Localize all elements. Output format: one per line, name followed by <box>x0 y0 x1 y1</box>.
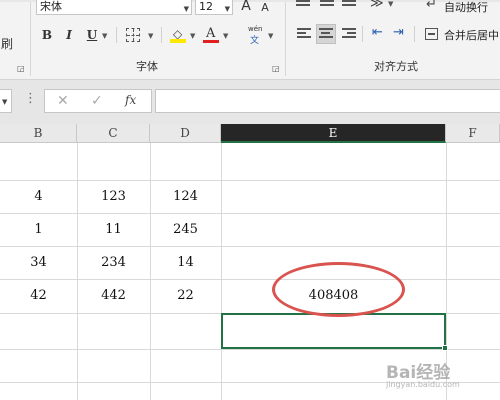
cell-d-6[interactable] <box>150 349 221 382</box>
cell-c-0[interactable] <box>77 143 150 180</box>
merge-center-button[interactable]: 合并后居中 <box>444 27 499 43</box>
clipboard-launcher-icon[interactable]: ◲ <box>17 64 25 73</box>
column-header-d[interactable]: D <box>150 124 221 143</box>
phonetic-guide-button[interactable]: wén 文 <box>247 25 265 46</box>
underline-button[interactable]: U <box>86 27 98 43</box>
font-color-button[interactable]: A <box>203 26 219 44</box>
column-header-e[interactable]: E <box>221 124 446 143</box>
cell-d-4[interactable]: 22 <box>150 279 221 313</box>
annotation-ellipse <box>272 262 405 317</box>
border-icon[interactable] <box>126 28 140 42</box>
phonetic-top-label: wén <box>248 25 263 33</box>
more-options-icon[interactable]: ⋮ <box>24 91 37 106</box>
font-size-select[interactable]: 12 ▼ <box>195 0 233 15</box>
phonetic-dropdown-icon[interactable]: ▼ <box>268 32 273 40</box>
font-size-value: 12 <box>199 0 213 13</box>
italic-button[interactable]: I <box>63 27 75 43</box>
cell-d-5[interactable] <box>150 313 221 349</box>
cell-e-0[interactable] <box>221 143 446 180</box>
decrease-indent-icon[interactable]: ⇤ <box>372 25 383 40</box>
fill-handle[interactable] <box>442 345 448 351</box>
format-painter-label[interactable]: 刷 <box>0 36 14 52</box>
column-header-b[interactable]: B <box>0 124 77 143</box>
align-center-icon <box>319 28 333 40</box>
cell-c-1[interactable]: 123 <box>77 180 150 213</box>
enter-formula-button[interactable]: ✓ <box>91 93 103 109</box>
cell-d-1[interactable]: 124 <box>150 180 221 213</box>
alignment-group-label: 对齐方式 <box>374 60 418 73</box>
cell-b-4[interactable]: 42 <box>0 279 77 313</box>
watermark: Bai经验 jingyan.baidu.com <box>372 356 496 396</box>
orientation-icon[interactable]: ≫ <box>370 0 384 11</box>
toolbar-divider <box>116 27 117 43</box>
cancel-formula-button[interactable]: ✕ <box>57 93 69 109</box>
watermark-url: jingyan.baidu.com <box>386 380 460 389</box>
cell-c-3[interactable]: 234 <box>77 246 150 279</box>
phonetic-bottom-label: 文 <box>250 36 260 46</box>
toolbar-divider <box>414 26 415 42</box>
shrink-font-button[interactable]: A <box>259 0 271 16</box>
border-dropdown-icon[interactable]: ▼ <box>148 32 153 40</box>
cell-b-5[interactable] <box>0 313 77 349</box>
orientation-dropdown-icon[interactable]: ▼ <box>388 0 393 8</box>
group-separator <box>285 2 286 76</box>
selected-cell[interactable] <box>221 313 446 349</box>
ribbon: 刷 ◲ 宋体 ▼ 12 ▼ A A B I U ▼ ▼ ◇ ▼ A ▼ wén … <box>0 0 500 80</box>
font-color-dropdown-icon[interactable]: ▼ <box>223 32 228 40</box>
chevron-down-icon: ▼ <box>2 98 8 106</box>
column-header-c[interactable]: C <box>77 124 150 143</box>
cell-b-1[interactable]: 4 <box>0 180 77 213</box>
cell-c-2[interactable]: 11 <box>77 213 150 246</box>
bold-button[interactable]: B <box>40 27 54 43</box>
wrap-text-icon[interactable]: ↵ <box>426 0 437 12</box>
name-box[interactable]: ▼ <box>0 89 12 113</box>
underline-dropdown-icon[interactable]: ▼ <box>102 32 107 40</box>
font-color-label: A <box>206 26 216 41</box>
toolbar-divider <box>362 26 363 42</box>
cell-d-3[interactable]: 14 <box>150 246 221 279</box>
cell-c-5[interactable] <box>77 313 150 349</box>
font-name-value: 宋体 <box>40 0 62 13</box>
font-launcher-icon[interactable]: ◲ <box>272 64 280 73</box>
formula-buttons: ✕ ✓ fx <box>44 89 152 113</box>
formula-input[interactable] <box>155 89 500 113</box>
cell-b-2[interactable]: 1 <box>0 213 77 246</box>
cell-b-3[interactable]: 34 <box>0 246 77 279</box>
wrap-text-button[interactable]: 自动换行 <box>444 0 488 15</box>
cell-c-4[interactable]: 442 <box>77 279 150 313</box>
align-left-icon[interactable] <box>297 28 311 40</box>
cell-e-2[interactable] <box>221 213 446 246</box>
font-name-select[interactable]: 宋体 ▼ <box>36 0 192 15</box>
cell-d-2[interactable]: 245 <box>150 213 221 246</box>
bottom-align-icon[interactable] <box>342 0 356 12</box>
cell-b-6[interactable] <box>0 349 77 382</box>
cell-b-0[interactable] <box>0 143 77 180</box>
toolbar-divider <box>161 27 162 43</box>
top-align-icon[interactable] <box>296 0 310 12</box>
chevron-down-icon: ▼ <box>224 5 230 13</box>
merge-center-icon[interactable] <box>425 28 438 40</box>
column-header-f[interactable]: F <box>446 124 500 143</box>
increase-indent-icon[interactable]: ⇥ <box>393 25 404 40</box>
middle-align-icon[interactable] <box>320 0 334 12</box>
cell-e-1[interactable] <box>221 180 446 213</box>
cell-c-6[interactable] <box>77 349 150 382</box>
group-separator <box>30 2 31 76</box>
chevron-down-icon: ▼ <box>183 5 189 13</box>
grow-font-button[interactable]: A <box>239 0 253 14</box>
font-group-label: 字体 <box>136 60 158 73</box>
cell-d-0[interactable] <box>150 143 221 180</box>
formula-bar: ▼ ⋮ ✕ ✓ fx <box>0 80 500 124</box>
align-right-icon[interactable] <box>342 28 356 40</box>
fill-color-dropdown-icon[interactable]: ▼ <box>190 32 195 40</box>
insert-function-button[interactable]: fx <box>125 93 136 107</box>
fill-color-icon[interactable]: ◇ <box>170 26 186 44</box>
